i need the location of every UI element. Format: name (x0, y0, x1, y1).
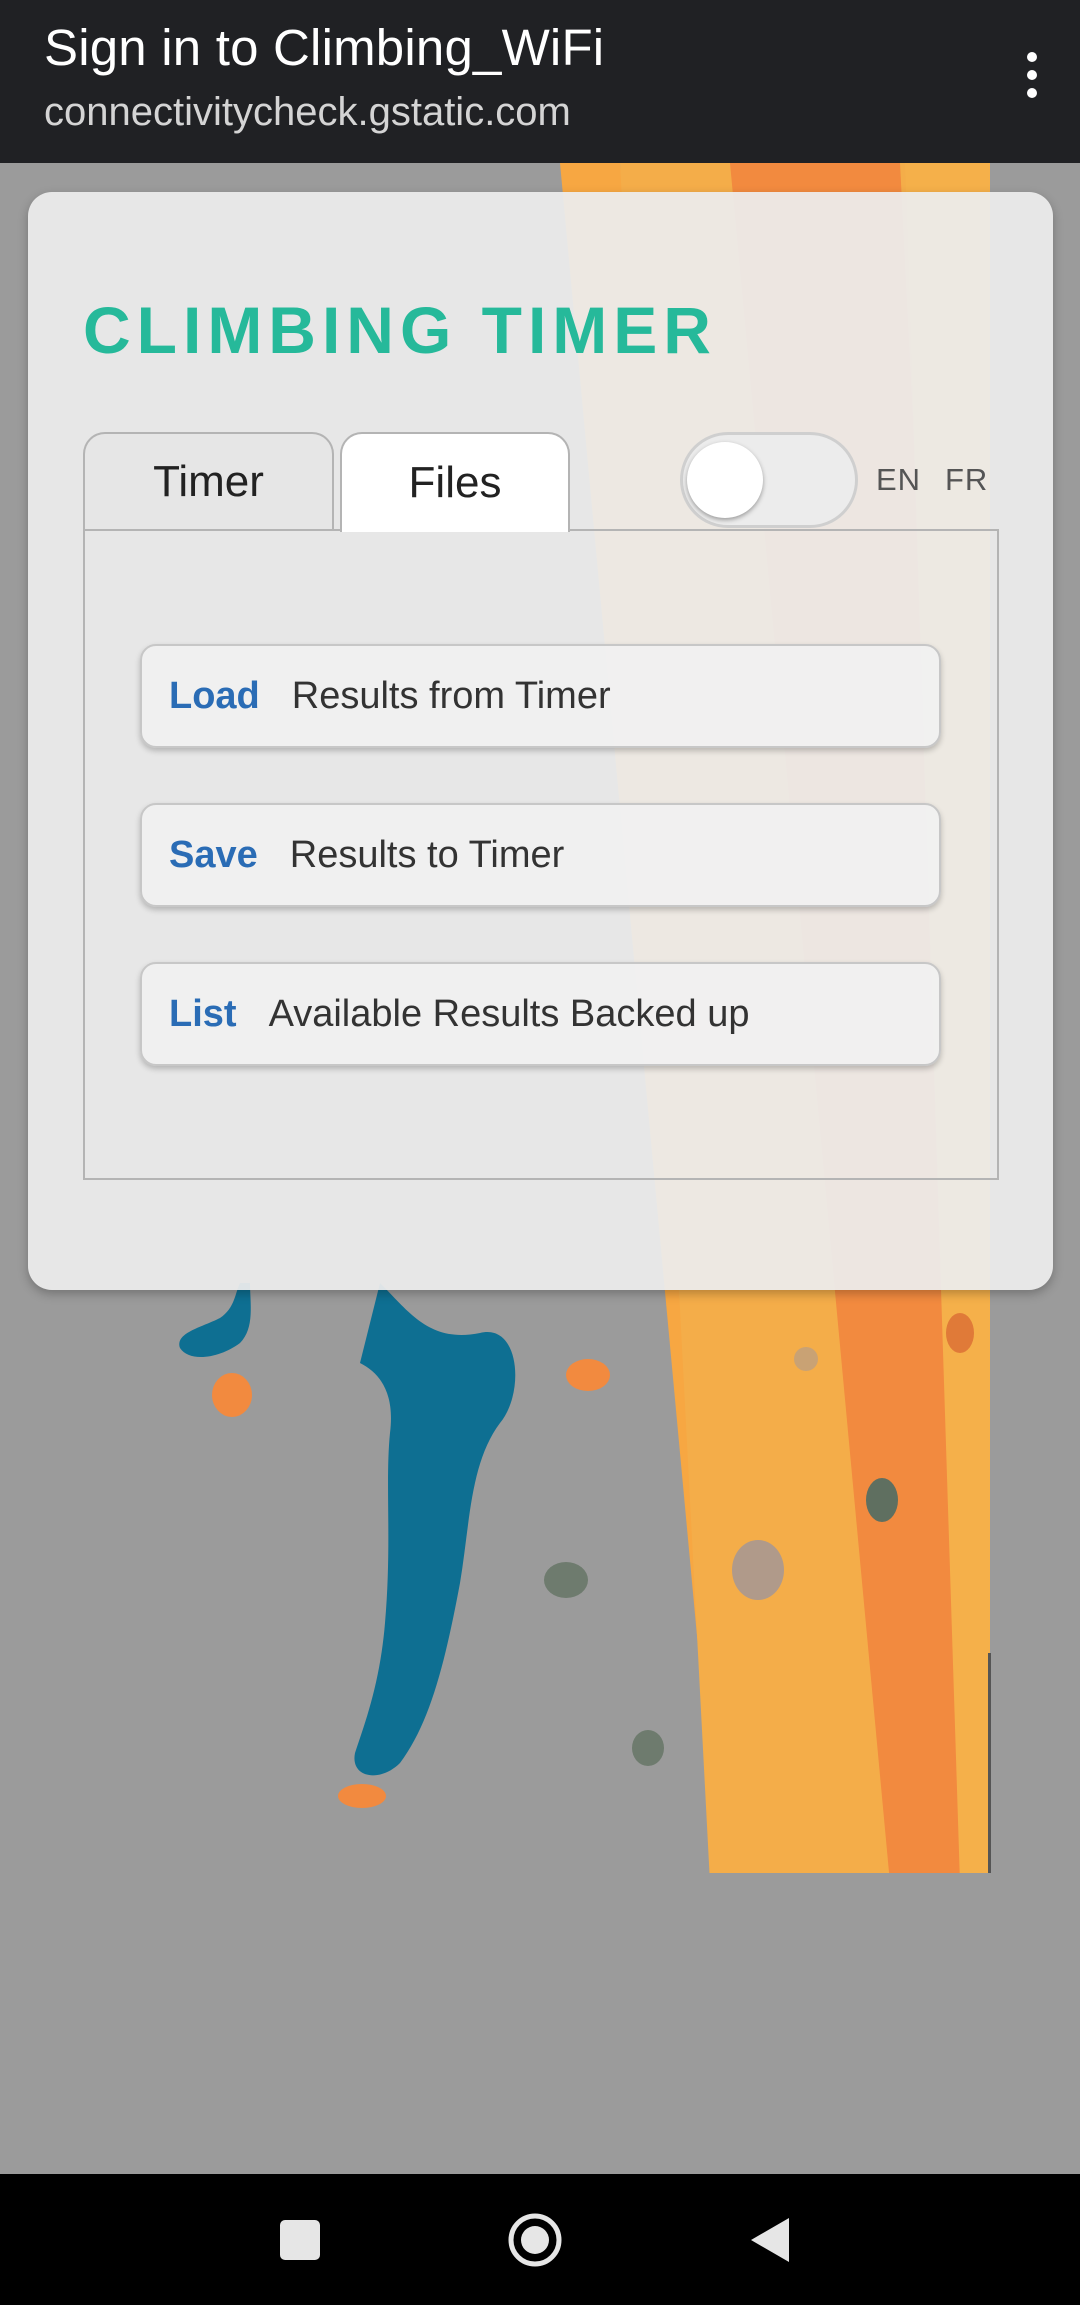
app-title: CLIMBING TIMER (83, 293, 717, 367)
home-icon[interactable] (470, 2174, 600, 2305)
tab-timer[interactable]: Timer (83, 432, 334, 530)
action-verb: Save (169, 833, 258, 876)
climber-leg (354, 1283, 516, 1776)
list-results-button[interactable]: List Available Results Backed up (140, 962, 941, 1066)
tab-files[interactable]: Files (340, 432, 570, 532)
climber-foot (179, 1283, 251, 1358)
more-vert-icon[interactable] (1004, 44, 1060, 106)
page-title: Sign in to Climbing_WiFi (44, 19, 605, 76)
load-results-button[interactable]: Load Results from Timer (140, 644, 941, 748)
save-results-button[interactable]: Save Results to Timer (140, 803, 941, 907)
action-verb: List (169, 992, 237, 1035)
action-description: Results to Timer (289, 833, 565, 876)
recent-apps-icon[interactable] (250, 2174, 350, 2305)
mode-toggle-switch[interactable] (680, 432, 858, 528)
language-fr[interactable]: FR (945, 462, 988, 498)
back-icon[interactable] (720, 2174, 820, 2305)
action-description: Available Results Backed up (268, 992, 750, 1035)
page-url: connectivitycheck.gstatic.com (44, 90, 571, 134)
captive-portal-app-bar: Sign in to Climbing_WiFi connectivityche… (0, 0, 1080, 163)
action-description: Results from Timer (291, 674, 611, 717)
toggle-knob (687, 442, 763, 518)
action-verb: Load (169, 674, 260, 717)
climbing-timer-card: CLIMBING TIMER Timer Files EN FR Load Re… (28, 192, 1053, 1290)
system-navigation-bar (0, 2174, 1080, 2305)
language-en[interactable]: EN (876, 462, 921, 498)
